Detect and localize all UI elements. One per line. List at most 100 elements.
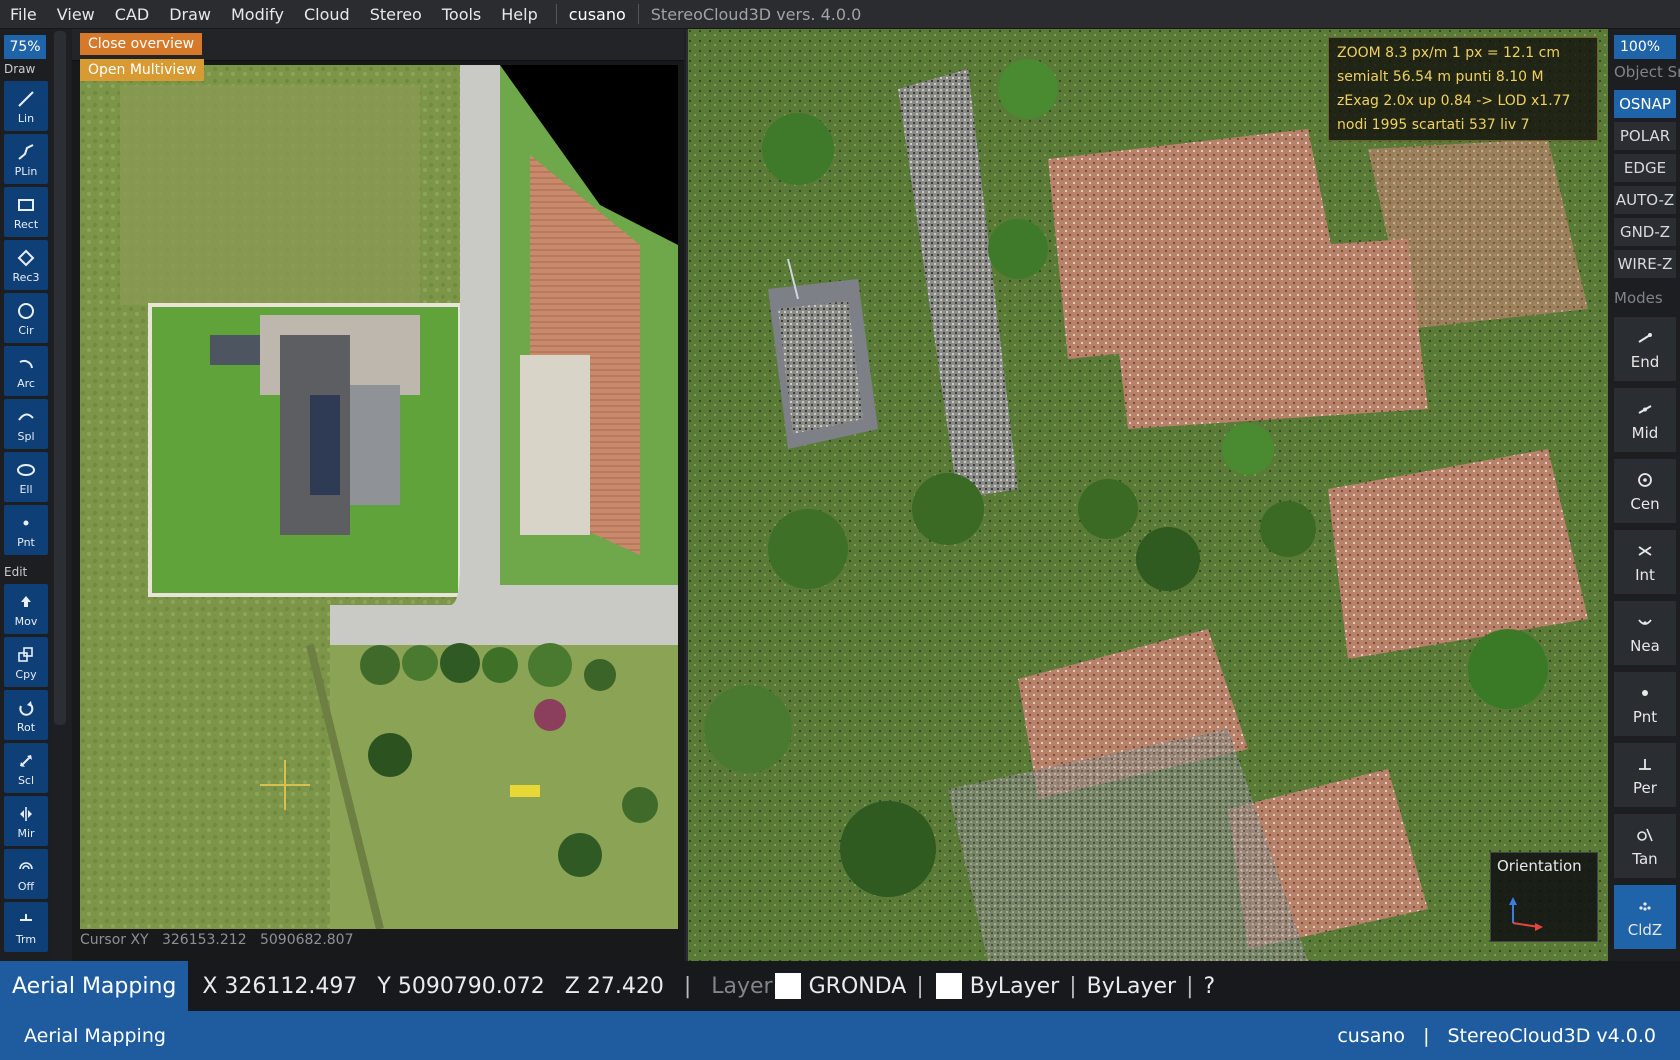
menu-cloud[interactable]: Cloud bbox=[294, 5, 360, 24]
status-divider: | bbox=[683, 973, 692, 999]
tool-label: Mir bbox=[17, 826, 35, 840]
menu-view[interactable]: View bbox=[47, 5, 105, 24]
snap-intersection-button[interactable]: Int bbox=[1614, 530, 1676, 594]
close-overview-button[interactable]: Close overview bbox=[80, 33, 203, 55]
point-cloud-viewport[interactable]: ZOOM 8.3 px/m 1 px = 12.1 cm semialt 56.… bbox=[686, 29, 1608, 961]
snap-cloud-z-button[interactable]: CldZ bbox=[1614, 885, 1676, 949]
tool-label: Rot bbox=[16, 720, 36, 734]
menu-cad[interactable]: CAD bbox=[105, 5, 159, 24]
tool-rect-button[interactable]: Rect bbox=[4, 187, 48, 237]
menu-file[interactable]: File bbox=[0, 5, 47, 24]
menubar: File View CAD Draw Modify Cloud Stereo T… bbox=[0, 0, 1680, 29]
tool-label: Mov bbox=[14, 614, 38, 628]
spline-icon bbox=[15, 406, 37, 428]
overview-map[interactable] bbox=[80, 65, 678, 929]
snap-tangent-button[interactable]: Tan bbox=[1614, 814, 1676, 878]
cursor-x-value: 326153.212 bbox=[161, 932, 247, 948]
menu-stereo[interactable]: Stereo bbox=[360, 5, 432, 24]
menu-tools[interactable]: Tools bbox=[432, 5, 491, 24]
snap-perpendicular-button[interactable]: Per bbox=[1614, 743, 1676, 807]
cloud-z-icon bbox=[1634, 895, 1656, 917]
polar-toggle[interactable]: POLAR bbox=[1614, 122, 1676, 150]
mirror-icon bbox=[15, 803, 37, 825]
cursor-label: Cursor XY bbox=[80, 932, 149, 948]
status-layer-name[interactable]: GRONDA bbox=[809, 974, 907, 999]
wire-z-toggle[interactable]: WIRE-Z bbox=[1614, 250, 1676, 278]
rectangle-icon bbox=[15, 194, 37, 216]
auto-z-toggle[interactable]: AUTO-Z bbox=[1614, 186, 1676, 214]
snap-label: Mid bbox=[1631, 424, 1659, 442]
tool-polyline-button[interactable]: PLin bbox=[4, 134, 48, 184]
left-zoom-level[interactable]: 75% bbox=[4, 35, 46, 59]
orientation-widget[interactable]: Orientation bbox=[1490, 852, 1598, 942]
footer-right: cusano | StereoCloud3D v4.0.0 bbox=[1337, 1025, 1680, 1047]
tool-line-button[interactable]: Lin bbox=[4, 81, 48, 131]
edit-section-label: Edit bbox=[4, 565, 28, 579]
gnd-z-toggle[interactable]: GND-Z bbox=[1614, 218, 1676, 246]
status-bar: Aerial Mapping X 326112.497 Y 5090790.07… bbox=[0, 961, 1680, 1011]
snap-nearest-button[interactable]: Nea bbox=[1614, 601, 1676, 665]
move-icon bbox=[15, 591, 37, 613]
menu-help[interactable]: Help bbox=[491, 5, 547, 24]
tool-label: Spl bbox=[17, 429, 35, 443]
layer-color-swatch[interactable] bbox=[774, 973, 801, 999]
ellipse-icon bbox=[15, 459, 37, 481]
snap-node-button[interactable]: Pnt bbox=[1614, 672, 1676, 736]
point-icon bbox=[15, 512, 37, 534]
footer-bar: Aerial Mapping cusano | StereoCloud3D v4… bbox=[0, 1011, 1680, 1060]
snap-endpoint-button[interactable]: End bbox=[1614, 317, 1676, 381]
tool-mirror-button[interactable]: Mir bbox=[4, 796, 48, 846]
snap-label: CldZ bbox=[1627, 921, 1663, 939]
orientation-title: Orientation bbox=[1497, 857, 1582, 875]
open-multiview-button[interactable]: Open Multiview bbox=[80, 59, 205, 81]
midpoint-icon bbox=[1634, 398, 1656, 420]
color-swatch[interactable] bbox=[935, 973, 962, 999]
object-snap-label: Object Snap bbox=[1614, 63, 1680, 81]
status-help-button[interactable]: ? bbox=[1204, 974, 1216, 999]
perpendicular-icon bbox=[1634, 753, 1656, 775]
tool-circle-button[interactable]: Cir bbox=[4, 293, 48, 343]
left-toolbar: 75% Draw Lin PLin Rect Rec3 Cir Arc Spl bbox=[0, 29, 52, 961]
snap-midpoint-button[interactable]: Mid bbox=[1614, 388, 1676, 452]
tool-trim-button[interactable]: Trm bbox=[4, 902, 48, 952]
cursor-y-value: 5090682.807 bbox=[259, 932, 354, 948]
status-x-coordinate: X 326112.497 bbox=[202, 973, 358, 999]
right-zoom-level[interactable]: 100% bbox=[1614, 35, 1676, 59]
right-toolbar: 100% Object Snap OSNAP POLAR EDGE AUTO-Z… bbox=[1610, 29, 1680, 961]
snap-label: Int bbox=[1635, 566, 1655, 584]
tool-point-button[interactable]: Pnt bbox=[4, 505, 48, 555]
footer-user: cusano bbox=[1337, 1024, 1406, 1047]
snap-center-button[interactable]: Cen bbox=[1614, 459, 1676, 523]
osnap-toggle[interactable]: OSNAP bbox=[1614, 90, 1676, 118]
status-layer-label: Layer bbox=[711, 973, 773, 999]
menu-draw[interactable]: Draw bbox=[159, 5, 221, 24]
footer-divider: | bbox=[1423, 1024, 1430, 1047]
left-toolbar-scrollbar[interactable] bbox=[54, 31, 66, 725]
tool-spline-button[interactable]: Spl bbox=[4, 399, 48, 449]
status-linetype-value[interactable]: ByLayer bbox=[1087, 974, 1176, 999]
info-line-semialt: semialt 56.54 m punti 8.10 M bbox=[1337, 69, 1544, 85]
tool-label: Rec3 bbox=[12, 270, 40, 284]
tool-rotate-button[interactable]: Rot bbox=[4, 690, 48, 740]
tool-rect3-button[interactable]: Rec3 bbox=[4, 240, 48, 290]
snap-label: Nea bbox=[1630, 637, 1660, 655]
tool-copy-button[interactable]: Cpy bbox=[4, 637, 48, 687]
tool-scale-button[interactable]: Scl bbox=[4, 743, 48, 793]
tool-ellipse-button[interactable]: Ell bbox=[4, 452, 48, 502]
center-icon bbox=[1634, 469, 1656, 491]
footer-version: StereoCloud3D v4.0.0 bbox=[1447, 1024, 1656, 1047]
tool-label: Off bbox=[17, 879, 35, 893]
endpoint-icon bbox=[1634, 327, 1656, 349]
edge-toggle[interactable]: EDGE bbox=[1614, 154, 1676, 182]
tool-label: Pnt bbox=[17, 535, 35, 549]
scale-icon bbox=[15, 750, 37, 772]
status-color-value[interactable]: ByLayer bbox=[970, 974, 1059, 999]
tool-move-button[interactable]: Mov bbox=[4, 584, 48, 634]
tool-arc-button[interactable]: Arc bbox=[4, 346, 48, 396]
nearest-icon bbox=[1634, 611, 1656, 633]
overview-panel: Close overview Open Multiview Cursor XY … bbox=[72, 29, 684, 961]
tool-offset-button[interactable]: Off bbox=[4, 849, 48, 899]
view-info-overlay: ZOOM 8.3 px/m 1 px = 12.1 cm semialt 56.… bbox=[1328, 37, 1598, 141]
menu-modify[interactable]: Modify bbox=[221, 5, 294, 24]
snap-label: Per bbox=[1633, 779, 1657, 797]
